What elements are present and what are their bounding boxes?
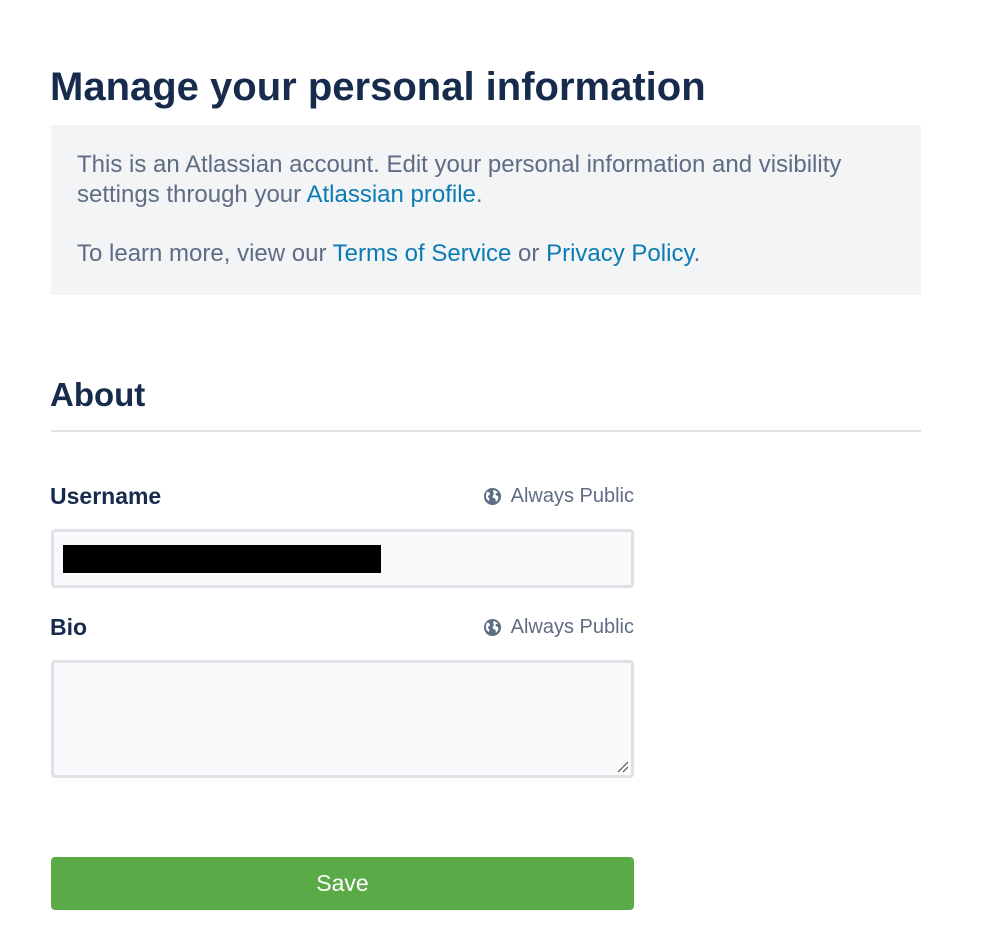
visibility-text: Always Public [510, 485, 634, 507]
username-visibility: Always Public [483, 482, 634, 510]
username-input[interactable] [51, 529, 634, 588]
notice-or: or [511, 240, 547, 267]
about-section-title: About [50, 376, 146, 413]
bio-visibility: Always Public [483, 613, 634, 641]
visibility-text: Always Public [510, 616, 634, 638]
atlassian-profile-link[interactable]: Atlassian profile [306, 181, 475, 208]
page-title: Manage your personal information [50, 65, 706, 109]
notice-text: To learn more, view our [77, 240, 333, 267]
globe-icon [483, 487, 501, 505]
notice-period: . [475, 181, 483, 208]
notice-period: . [693, 240, 701, 267]
globe-icon [483, 618, 501, 636]
terms-of-service-link[interactable]: Terms of Service [333, 240, 512, 267]
personal-info-page: Manage your personal information This is… [0, 0, 998, 941]
privacy-policy-link[interactable]: Privacy Policy [546, 240, 694, 267]
save-button[interactable]: Save [51, 857, 634, 910]
atlassian-account-notice: This is an Atlassian account. Edit your … [51, 125, 921, 295]
resize-handle-icon[interactable] [617, 761, 629, 773]
section-divider [51, 430, 921, 432]
bio-label: Bio [50, 614, 88, 640]
bio-textarea[interactable] [51, 660, 634, 778]
notice-line-profile: This is an Atlassian account. Edit your … [77, 150, 896, 210]
username-label: Username [50, 483, 162, 509]
redacted-username-value [63, 544, 381, 573]
notice-line-terms: To learn more, view our Terms of Service… [77, 239, 896, 269]
